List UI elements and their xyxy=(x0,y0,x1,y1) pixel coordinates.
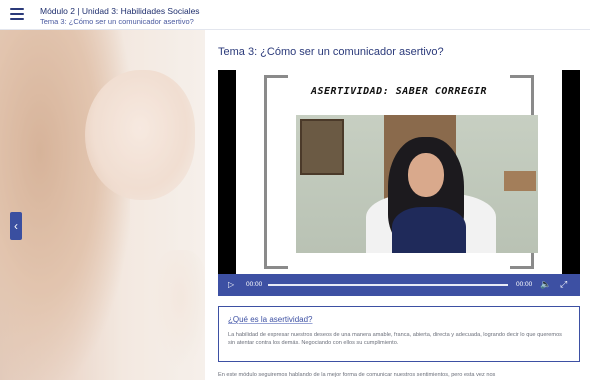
fullscreen-icon[interactable]: ⤢ xyxy=(560,279,567,290)
current-time: 00:00 xyxy=(246,281,263,288)
video-player[interactable]: ASERTIVIDAD: SABER CORREGIR ▷ 00:00 00:0… xyxy=(218,70,580,296)
hero-image: ‹ xyxy=(0,30,205,380)
chevron-left-icon[interactable]: ‹ xyxy=(10,212,22,240)
video-thumbnail xyxy=(296,115,538,253)
breadcrumb-subtitle[interactable]: Tema 3: ¿Cómo ser un comunicador asertiv… xyxy=(40,17,194,26)
video-frame: ASERTIVIDAD: SABER CORREGIR xyxy=(236,70,562,274)
play-icon[interactable]: ▷ xyxy=(228,280,234,289)
info-box-heading: ¿Qué es la asertividad? xyxy=(228,315,313,324)
info-box: ¿Qué es la asertividad? La habilidad de … xyxy=(218,306,580,362)
volume-icon[interactable]: 🔈 xyxy=(540,279,551,290)
video-controls: ▷ 00:00 00:00 🔈 ⤢ xyxy=(218,274,580,296)
breadcrumb[interactable]: Módulo 2 | Unidad 3: Habilidades Sociale… xyxy=(40,6,200,16)
top-bar: Módulo 2 | Unidad 3: Habilidades Sociale… xyxy=(0,0,590,30)
total-time: 00:00 xyxy=(516,281,533,288)
video-slide-title: ASERTIVIDAD: SABER CORREGIR xyxy=(310,86,488,97)
page-title: Tema 3: ¿Cómo ser un comunicador asertiv… xyxy=(218,46,444,58)
hamburger-menu-icon[interactable] xyxy=(10,8,24,20)
body-text: En este módulo seguiremos hablando de la… xyxy=(218,372,496,378)
info-box-body: La habilidad de expresar nuestros deseos… xyxy=(228,332,562,346)
progress-bar[interactable] xyxy=(268,284,508,286)
